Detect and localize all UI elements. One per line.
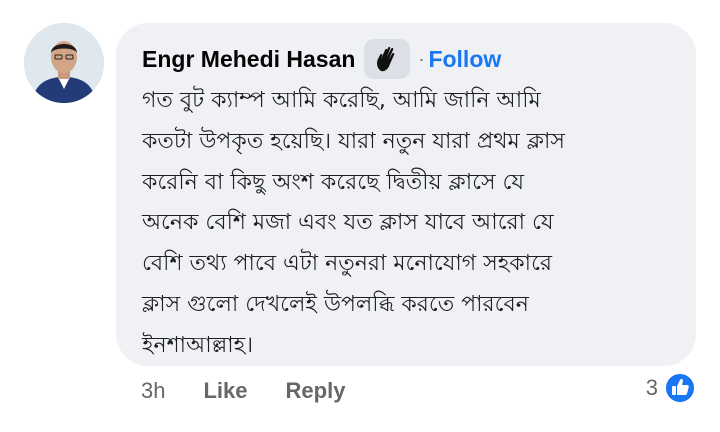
profile-photo [24, 23, 104, 103]
comment-line: বেশি তথ্য পাবে এটা নতুনরা মনোযোগ সহকারে [142, 251, 553, 277]
comment-bubble: Engr Mehedi Hasan · Follow গত বুট ক্যাম্… [116, 23, 696, 366]
comment-timestamp[interactable]: 3h [141, 378, 165, 404]
comment-line: গত বুট ক্যাম্প আমি করেছি, আমি জানি আমি [142, 88, 541, 113]
reaction-count: 3 [645, 375, 658, 400]
comment-text: গত বুট ক্যাম্প আমি করেছি, আমি জানি আমি ক… [142, 81, 682, 367]
like-thumbs-up-icon [664, 372, 696, 404]
comment-line: করেনি বা কিছু অংশ করেছে দ্বিতীয় ক্লাসে … [142, 169, 525, 195]
comment-header: Engr Mehedi Hasan · Follow [142, 39, 501, 79]
like-button[interactable]: Like [203, 378, 247, 404]
comment-line: ইনশাআল্লাহ। [142, 332, 254, 358]
waving-hand-icon[interactable] [364, 39, 411, 79]
reaction-summary[interactable]: 3 [646, 372, 696, 404]
comment-line: ক্লাস গুলো দেখলেই উপলব্ধি করতে পারবেন [142, 291, 529, 317]
separator-dot: · [418, 48, 425, 69]
author-name[interactable]: Engr Mehedi Hasan [142, 46, 355, 73]
comment-line: অনেক বেশি মজা এবং যত ক্লাস যাবে আরো যে [142, 210, 554, 236]
reply-button[interactable]: Reply [286, 378, 346, 404]
comment-actions: 3h Like Reply [141, 378, 345, 404]
comment-line: কতটা উপকৃত হয়েছি। যারা নতুন যারা প্রথম … [142, 128, 565, 154]
avatar[interactable] [24, 23, 104, 103]
follow-button[interactable]: Follow [428, 46, 501, 73]
